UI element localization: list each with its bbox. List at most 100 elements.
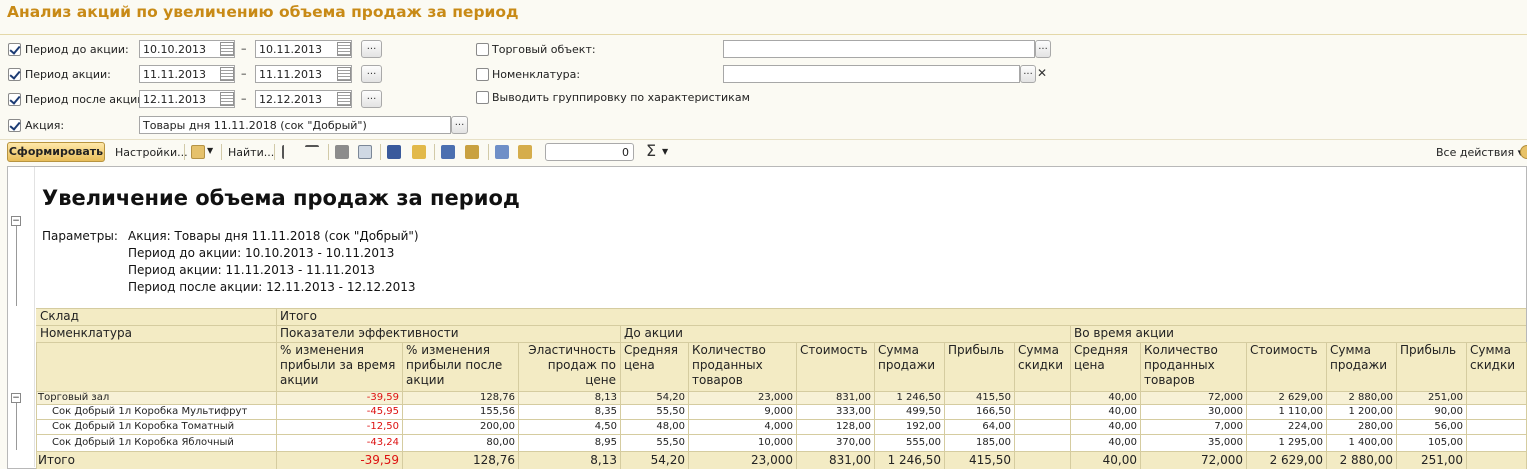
table-cell: 128,76 (480, 392, 515, 403)
settings-button[interactable]: Настройки... (115, 146, 188, 159)
table-cell: 1 246,50 (887, 453, 941, 467)
period-before-select-button[interactable]: ... (361, 40, 382, 58)
table-cell: 8,35 (594, 406, 617, 417)
grid-line (1326, 342, 1327, 469)
table-cell: 105,00 (1428, 437, 1463, 448)
grid-line (620, 325, 621, 469)
param-period-action: Период акции: 11.11.2013 - 11.11.2013 (128, 263, 375, 277)
table-cell: 128,00 (836, 421, 871, 432)
group-chars-checkbox[interactable] (476, 91, 489, 104)
item-row-label: Сок Добрый 1л Коробка Мультифрут (52, 406, 248, 417)
action-field[interactable]: Товары дня 11.11.2018 (сок "Добрый") (139, 116, 451, 134)
report-title: Увеличение объема продаж за период (42, 186, 520, 210)
period-action-select-button[interactable]: ... (361, 65, 382, 83)
period-after-select-button[interactable]: ... (361, 90, 382, 108)
toolbar-separator (184, 144, 185, 160)
period-after-checkbox[interactable] (8, 93, 21, 106)
action-label: Акция: (25, 119, 65, 132)
paste-table-icon[interactable] (465, 145, 479, 159)
grid-line (874, 342, 875, 469)
toolbar-separator (380, 144, 381, 160)
period-after-label: Период после акции: (25, 93, 149, 106)
clear-icon[interactable]: ✕ (1037, 66, 1047, 80)
sigma-icon[interactable]: Σ (646, 141, 656, 160)
generate-button[interactable]: Сформировать (7, 142, 105, 162)
table-cell: 1 246,50 (896, 392, 941, 403)
mail-icon[interactable] (412, 145, 426, 159)
calendar-icon[interactable] (220, 67, 234, 81)
period-action-checkbox[interactable] (8, 68, 21, 81)
variant-icon[interactable] (191, 145, 205, 159)
table-cell: -45,95 (366, 406, 399, 417)
table-cell: 9,000 (764, 406, 793, 417)
table-cell: 7,000 (1214, 421, 1243, 432)
trade-object-checkbox[interactable] (476, 43, 489, 56)
table-cell: 55,50 (656, 406, 685, 417)
column-header: Количество проданных товаров (692, 343, 766, 387)
period-before-checkbox[interactable] (8, 43, 21, 56)
collapse-groups-icon[interactable] (305, 145, 319, 159)
action-checkbox[interactable] (8, 119, 21, 132)
table-cell: 251,00 (1421, 453, 1463, 467)
table-cell: 40,00 (1108, 392, 1137, 403)
table-cell: 415,50 (976, 392, 1011, 403)
calendar-icon[interactable] (337, 67, 351, 81)
column-header: Прибыль (948, 343, 1005, 357)
help-icon[interactable] (1520, 145, 1527, 159)
paste-icon[interactable] (518, 145, 532, 159)
find-button[interactable]: Найти... (228, 146, 274, 159)
title-divider (0, 34, 1527, 35)
grid-line (1140, 342, 1141, 469)
table-cell: 1 295,00 (1278, 437, 1323, 448)
collapse-group-icon[interactable]: − (11, 393, 21, 403)
all-actions-menu[interactable]: Все действия ▾ (1436, 146, 1523, 159)
print-icon[interactable] (335, 145, 349, 159)
preview-icon[interactable] (358, 145, 372, 159)
table-cell: 251,00 (1428, 392, 1463, 403)
selection-sum-field[interactable]: 0 (545, 143, 634, 161)
column-header: Сумма продажи (1330, 343, 1388, 372)
group-margin (9, 167, 35, 467)
collapse-header-icon[interactable]: − (11, 216, 21, 226)
table-cell: 40,00 (1108, 421, 1137, 432)
grid-line (796, 342, 797, 469)
nomenclature-checkbox[interactable] (476, 68, 489, 81)
table-cell: 8,13 (590, 453, 617, 467)
table-cell: 200,00 (480, 421, 515, 432)
table-cell: -39,59 (366, 392, 399, 403)
table-cell: 90,00 (1434, 406, 1463, 417)
copy-table-icon[interactable] (441, 145, 455, 159)
grid-line (36, 451, 1526, 452)
grid-line (1466, 342, 1467, 469)
save-icon[interactable] (387, 145, 401, 159)
group-during: Во время акции (1074, 326, 1174, 340)
nomenclature-select-button[interactable]: ... (1020, 65, 1036, 83)
expand-groups-icon[interactable] (282, 145, 296, 159)
calendar-icon[interactable] (220, 92, 234, 106)
calendar-icon[interactable] (337, 92, 351, 106)
grid-line (36, 308, 1526, 309)
table-cell: 55,50 (656, 437, 685, 448)
grid-line (36, 434, 1526, 435)
table-cell: 4,50 (594, 421, 617, 432)
calendar-icon[interactable] (220, 42, 234, 56)
column-header: Средняя цена (624, 343, 678, 372)
group-before: До акции (624, 326, 683, 340)
column-header: Средняя цена (1074, 343, 1128, 372)
column-header: % изменения прибыли за время акции (280, 343, 396, 387)
table-cell: 128,76 (473, 453, 515, 467)
calendar-icon[interactable] (337, 42, 351, 56)
action-select-button[interactable]: ... (451, 116, 468, 134)
chevron-down-icon[interactable]: ▼ (207, 146, 213, 155)
table-cell: 2 629,00 (1269, 453, 1323, 467)
chevron-down-icon[interactable]: ▼ (662, 147, 668, 156)
grid-line (688, 342, 689, 469)
trade-object-select-button[interactable]: ... (1035, 40, 1051, 58)
table-cell: 40,00 (1102, 453, 1137, 467)
trade-object-field[interactable] (723, 40, 1035, 58)
table-cell: 166,50 (976, 406, 1011, 417)
table-cell: 2 629,00 (1278, 392, 1323, 403)
nomenclature-field[interactable] (723, 65, 1020, 83)
table-cell: 155,56 (480, 406, 515, 417)
copy-icon[interactable] (495, 145, 509, 159)
